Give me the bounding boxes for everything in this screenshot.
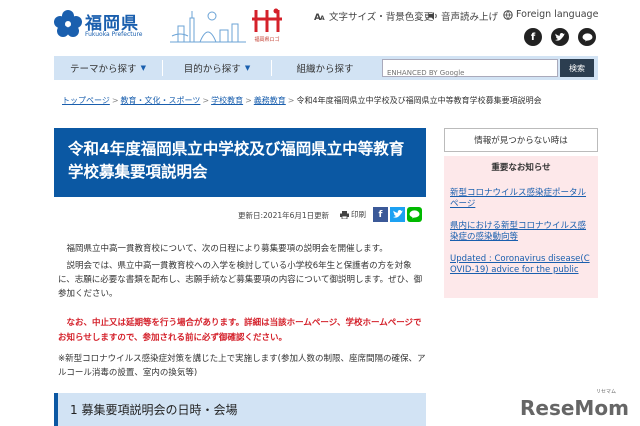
breadcrumb-current: 令和4年度福岡県立中学校及び福岡県立中等教育学校募集要項説明会 — [296, 96, 542, 105]
breadcrumb-separator: > — [202, 96, 210, 105]
cancellation-notice: なお、中止又は延期等を行う場合があります。詳細は当該ホームページ、学校ホームペー… — [58, 318, 422, 343]
site-logo[interactable]: 福岡県 Fukuoka Prefecture — [54, 8, 164, 42]
fukuoka-brand-logo: 福岡県ロゴ — [250, 6, 284, 44]
share-line-icon[interactable] — [407, 207, 422, 222]
nav-theme-label: テーマから探す — [70, 64, 137, 75]
intro-paragraph: 福岡県立中高一貫教育校について、次の日程により募集要項の説明会を開催します。 — [66, 244, 388, 254]
updated-date: 更新日:2021年6月1日更新 — [238, 211, 330, 220]
breadcrumb-top[interactable]: トップページ — [62, 96, 110, 105]
text-size-link[interactable]: AA 文字サイズ・背景色変更 — [314, 9, 433, 23]
ume-blossom-icon — [54, 10, 82, 37]
nav-purpose-label: 目的から探す — [183, 64, 241, 75]
logo-subtitle: Fukuoka Prefecture — [85, 31, 143, 38]
covid-english-link[interactable]: Updated : Coronavirus disease(COVID-19) … — [450, 254, 590, 276]
description-paragraph: 説明会では、県立中高一貫教育校への入学を検討している小学校6年生と保護者の方を対… — [58, 261, 423, 299]
print-label: 印刷 — [351, 210, 366, 219]
nav-purpose[interactable]: 目的から探す ▼ — [163, 56, 271, 80]
line-icon[interactable] — [578, 28, 596, 46]
share-facebook-icon[interactable]: f — [373, 207, 388, 222]
covid-measures-note: ※新型コロナウイルス感染症対策を講じた上で実施します(参加人数の制限、座席間隔の… — [58, 354, 426, 378]
site-header: 福岡県 Fukuoka Prefecture 福岡県ロゴ AA 文字サイズ・背景… — [0, 0, 640, 52]
chevron-down-icon: ▼ — [244, 64, 251, 72]
breadcrumb-school-education[interactable]: 学校教育 — [211, 96, 243, 105]
text-size-icon: AA — [314, 13, 325, 21]
brand-logo-caption: 福岡県ロゴ — [254, 37, 280, 43]
global-nav: テーマから探す ▼ 目的から探す ▼ 組織から探す 検索 — [54, 56, 598, 81]
important-notices-box: 重要なお知らせ 新型コロナウイルス感染症ポータルページ 県内における新型コロナウ… — [444, 156, 598, 298]
nav-organization-label: 組織から探す — [296, 64, 354, 75]
breadcrumb-education-culture[interactable]: 教育・文化・スポーツ — [121, 96, 201, 105]
watermark-ruby: リセマム — [596, 389, 617, 395]
breadcrumb-compulsory-education[interactable]: 義務教育 — [254, 96, 286, 105]
printer-icon — [340, 210, 349, 219]
resemom-watermark: ReseMom リセマム — [520, 389, 629, 420]
svg-text:A: A — [320, 15, 325, 21]
chevron-down-icon: ▼ — [140, 64, 146, 72]
breadcrumb-separator: > — [287, 96, 295, 105]
foreign-language-link[interactable]: Foreign language — [503, 9, 598, 20]
speaker-icon — [429, 12, 437, 20]
site-search-box — [382, 59, 558, 81]
facebook-icon[interactable]: f — [524, 28, 542, 46]
breadcrumb-separator: > — [111, 96, 119, 105]
nav-theme[interactable]: テーマから探す ▼ — [54, 56, 162, 80]
important-notices-heading: 重要なお知らせ — [491, 163, 551, 173]
fukuoka-cityscape-illustration — [170, 11, 246, 43]
page-title-box: 令和4年度福岡県立中学校及び福岡県立中等教育学校募集要項説明会 — [54, 128, 426, 197]
page-title: 令和4年度福岡県立中学校及び福岡県立中等教育学校募集要項説明会 — [68, 140, 405, 181]
section-heading: 1 募集要項説明会の日時・会場 — [54, 393, 426, 426]
text-size-label: 文字サイズ・背景色変更 — [329, 12, 434, 23]
nav-organization[interactable]: 組織から探す — [272, 56, 378, 80]
breadcrumb-separator: > — [245, 96, 252, 105]
read-aloud-label: 音声読み上げ — [441, 12, 499, 23]
search-input[interactable] — [383, 65, 557, 81]
globe-icon — [503, 9, 513, 20]
search-button[interactable]: 検索 — [560, 59, 594, 77]
twitter-icon[interactable] — [551, 28, 569, 46]
info-not-found-button[interactable]: 情報が見つからない時は — [444, 128, 598, 152]
share-twitter-icon[interactable] — [390, 207, 405, 222]
read-aloud-link[interactable]: 音声読み上げ — [428, 9, 498, 23]
covid-trend-link[interactable]: 県内における新型コロナウイルス感染症の感染動向等 — [450, 221, 594, 243]
covid-portal-link[interactable]: 新型コロナウイルス感染症ポータルページ — [450, 188, 594, 210]
breadcrumb: トップページ > 教育・文化・スポーツ > 学校教育 > 義務教育 > 令和4年度福岡県立中学校… — [62, 95, 542, 106]
foreign-language-label: Foreign language — [516, 9, 599, 20]
watermark-text: ReseMom — [520, 396, 629, 420]
fukuoka-brand-mark-icon — [252, 8, 282, 32]
print-button[interactable]: 印刷 — [340, 209, 366, 220]
